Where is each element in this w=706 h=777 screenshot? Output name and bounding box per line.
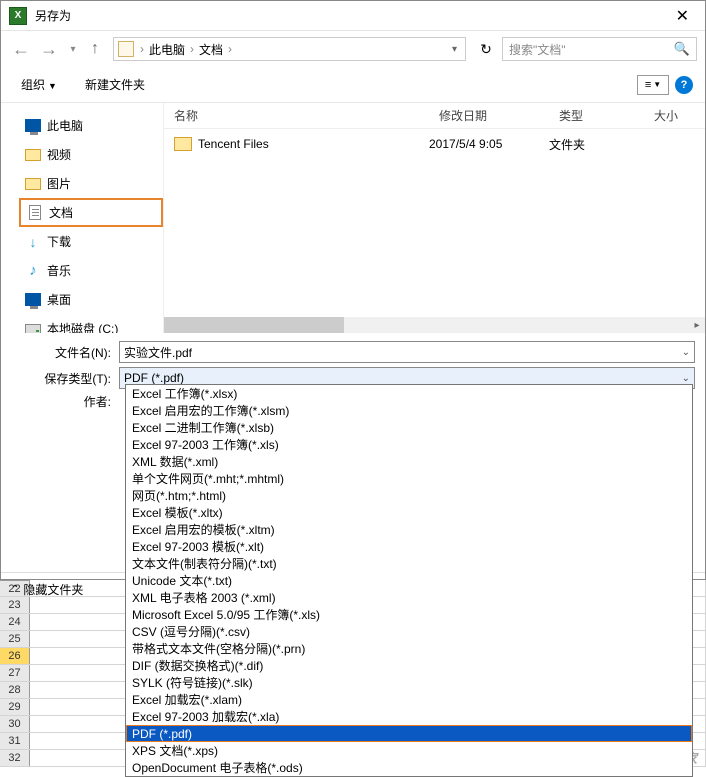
filetype-option[interactable]: Excel 97-2003 工作簿(*.xls) [126, 436, 692, 453]
folder-icon [174, 137, 192, 151]
sidebar-pictures[interactable]: 图片 [19, 169, 163, 198]
breadcrumb-sep: › [138, 42, 146, 56]
filetype-option[interactable]: 网页(*.htm;*.html) [126, 487, 692, 504]
breadcrumb-this-pc[interactable]: 此电脑 [146, 41, 188, 58]
row-header[interactable]: 24 [0, 614, 30, 630]
filetype-option[interactable]: 单个文件网页(*.mht;*.mhtml) [126, 470, 692, 487]
sidebar: 此电脑 视频 图片 文档 ↓ 下载 ♪ 音乐 [1, 103, 163, 333]
row-header[interactable]: 30 [0, 716, 30, 732]
row-header[interactable]: 28 [0, 682, 30, 698]
dropdown-icon[interactable]: ⌄ [682, 347, 690, 358]
filetype-option[interactable]: Excel 二进制工作簿(*.xlsb) [126, 419, 692, 436]
forward-button[interactable]: → [37, 37, 61, 61]
titlebar: X 另存为 ✕ [1, 1, 705, 31]
filetype-option[interactable]: Unicode 文本(*.txt) [126, 572, 692, 589]
sidebar-desktop[interactable]: 桌面 [19, 285, 163, 314]
dropdown-icon[interactable]: ⌄ [682, 373, 690, 384]
row-header[interactable]: 31 [0, 733, 30, 749]
filetype-option[interactable]: SYLK (符号链接)(*.slk) [126, 674, 692, 691]
filetype-option[interactable]: XPS 文档(*.xps) [126, 742, 692, 759]
author-label: 作者: [11, 393, 119, 410]
file-list: 名称 修改日期 类型 大小 Tencent Files 2017/5/4 9:0… [163, 103, 705, 333]
document-icon [29, 205, 41, 220]
filetype-option[interactable]: Excel 启用宏的模板(*.xltm) [126, 521, 692, 538]
folder-icon [25, 149, 41, 161]
download-icon: ↓ [25, 234, 41, 250]
main-area: 此电脑 视频 图片 文档 ↓ 下载 ♪ 音乐 [1, 103, 705, 333]
breadcrumb-sep: › [226, 42, 234, 56]
filetype-option[interactable]: XML 电子表格 2003 (*.xml) [126, 589, 692, 606]
view-button[interactable]: ≡▼ [637, 75, 669, 95]
filetype-option[interactable]: Excel 加载宏(*.xlam) [126, 691, 692, 708]
drive-icon [25, 324, 41, 334]
filetype-option[interactable]: Excel 启用宏的工作簿(*.xlsm) [126, 402, 692, 419]
filetype-option[interactable]: DIF (数据交换格式)(*.dif) [126, 657, 692, 674]
filetype-option[interactable]: Excel 97-2003 加载宏(*.xla) [126, 708, 692, 725]
filetype-option[interactable]: XML 数据(*.xml) [126, 453, 692, 470]
history-dropdown[interactable]: ▾ [65, 44, 81, 55]
search-placeholder: 搜索"文档" [509, 41, 674, 58]
col-size[interactable]: 大小 [644, 107, 705, 124]
filename-input[interactable]: 实验文件.pdf ⌄ [119, 341, 695, 363]
monitor-icon [25, 119, 41, 132]
search-input[interactable]: 搜索"文档" 🔍 [502, 37, 697, 61]
filetype-option[interactable]: Excel 97-2003 模板(*.xlt) [126, 538, 692, 555]
filetype-label: 保存类型(T): [11, 370, 119, 387]
filetype-option[interactable]: CSV (逗号分隔)(*.csv) [126, 623, 692, 640]
row-header[interactable]: 25 [0, 631, 30, 647]
col-name[interactable]: 名称 [164, 107, 429, 124]
refresh-button[interactable]: ↻ [474, 37, 498, 61]
filetype-option[interactable]: Microsoft Excel 5.0/95 工作簿(*.xls) [126, 606, 692, 623]
sidebar-documents[interactable]: 文档 [19, 198, 163, 227]
filetype-option[interactable]: PDF (*.pdf) [126, 725, 692, 742]
organize-button[interactable]: 组织▼ [13, 72, 65, 97]
excel-icon: X [9, 7, 27, 25]
up-button[interactable]: ↑ [85, 39, 105, 59]
row-header[interactable]: 27 [0, 665, 30, 681]
address-bar[interactable]: › 此电脑 › 文档 › ▾ [113, 37, 466, 61]
back-button[interactable]: ← [9, 37, 33, 61]
filetype-dropdown-list: Excel 工作簿(*.xlsx)Excel 启用宏的工作簿(*.xlsm)Ex… [125, 384, 693, 777]
filetype-option[interactable]: Excel 工作簿(*.xlsx) [126, 385, 692, 402]
row-header[interactable]: 29 [0, 699, 30, 715]
column-headers: 名称 修改日期 类型 大小 [164, 103, 705, 129]
nav-bar: ← → ▾ ↑ › 此电脑 › 文档 › ▾ ↻ 搜索"文档" 🔍 [1, 31, 705, 67]
music-icon: ♪ [25, 263, 41, 279]
breadcrumb-sep: › [188, 42, 196, 56]
search-icon: 🔍 [674, 41, 690, 57]
window-title: 另存为 [35, 7, 668, 24]
sidebar-this-pc[interactable]: 此电脑 [19, 111, 163, 140]
filetype-option[interactable]: OpenDocument 电子表格(*.ods) [126, 759, 692, 776]
filetype-option[interactable]: Excel 模板(*.xltx) [126, 504, 692, 521]
scroll-thumb[interactable] [164, 317, 344, 333]
toolbar: 组织▼ 新建文件夹 ≡▼ ? [1, 67, 705, 103]
sidebar-local-disk[interactable]: 本地磁盘 (C:) [19, 314, 163, 333]
col-type[interactable]: 类型 [549, 107, 644, 124]
help-button[interactable]: ? [675, 76, 693, 94]
col-date[interactable]: 修改日期 [429, 107, 549, 124]
new-folder-button[interactable]: 新建文件夹 [77, 72, 153, 97]
hide-folders-button[interactable]: ⌃ 隐藏文件夹 [11, 581, 83, 598]
address-dropdown[interactable]: ▾ [448, 44, 461, 55]
filetype-option[interactable]: 文本文件(制表符分隔)(*.txt) [126, 555, 692, 572]
close-button[interactable]: ✕ [668, 6, 697, 26]
sidebar-music[interactable]: ♪ 音乐 [19, 256, 163, 285]
folder-icon [25, 178, 41, 190]
breadcrumb-documents[interactable]: 文档 [196, 41, 226, 58]
h-scrollbar[interactable]: ◂ ▸ [164, 317, 705, 333]
caret-icon: ⌃ [11, 584, 19, 595]
row-header[interactable]: 26 [0, 648, 30, 664]
file-row[interactable]: Tencent Files 2017/5/4 9:05 文件夹 [164, 129, 705, 159]
sidebar-videos[interactable]: 视频 [19, 140, 163, 169]
folder-icon [118, 41, 134, 57]
desktop-icon [25, 293, 41, 306]
filename-label: 文件名(N): [11, 344, 119, 361]
scroll-right-icon[interactable]: ▸ [689, 317, 705, 333]
filetype-option[interactable]: 带格式文本文件(空格分隔)(*.prn) [126, 640, 692, 657]
sidebar-downloads[interactable]: ↓ 下载 [19, 227, 163, 256]
row-header[interactable]: 32 [0, 750, 30, 766]
